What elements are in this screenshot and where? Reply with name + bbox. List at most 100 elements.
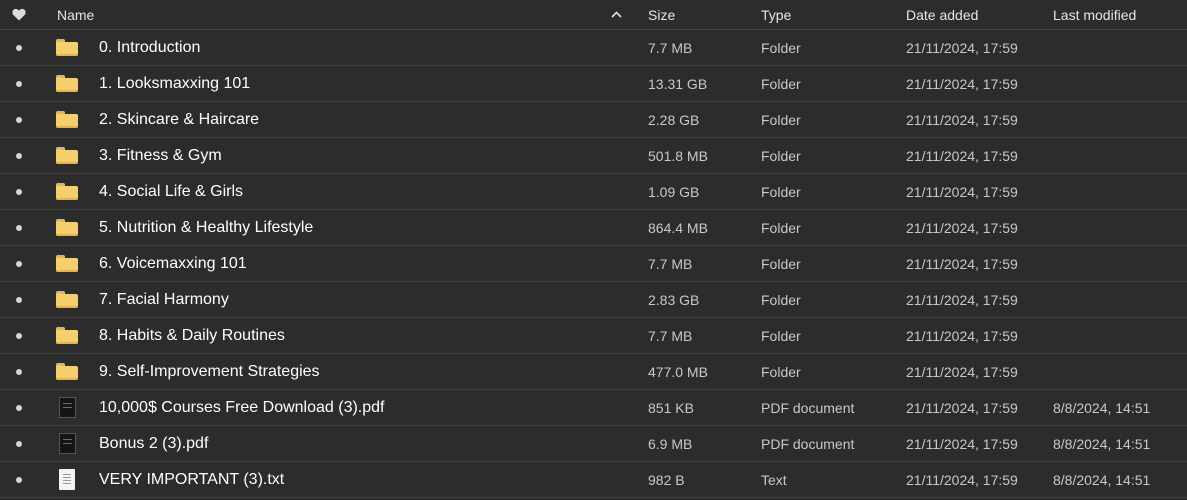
last-modified bbox=[1053, 246, 1183, 281]
file-type-icon bbox=[55, 174, 79, 209]
last-modified bbox=[1053, 102, 1183, 137]
date-added: 21/11/2024, 17:59 bbox=[906, 147, 1018, 164]
last-modified-column-header[interactable]: Last modified bbox=[1053, 0, 1183, 29]
favorite-toggle[interactable] bbox=[10, 174, 28, 209]
file-size: 501.8 MB bbox=[648, 147, 708, 164]
file-name[interactable]: 0. Introduction bbox=[99, 30, 619, 65]
file-size: 7.7 MB bbox=[648, 255, 693, 272]
favorite-column-header[interactable] bbox=[10, 0, 28, 29]
file-name[interactable]: 5. Nutrition & Healthy Lifestyle bbox=[99, 210, 619, 245]
favorite-toggle[interactable] bbox=[10, 318, 28, 353]
file-size: 851 KB bbox=[648, 399, 694, 416]
file-list-table: Name Size Type Date added Last modified … bbox=[0, 0, 1187, 498]
heart-icon bbox=[12, 8, 26, 21]
table-row[interactable]: 7. Facial Harmony 2.83 GB Folder 21/11/2024… bbox=[0, 282, 1187, 318]
table-row[interactable]: 0. Introduction 7.7 MB Folder 21/11/2024, 1… bbox=[0, 30, 1187, 66]
last-modified: 8/8/2024, 14:51 bbox=[1053, 471, 1151, 488]
file-size: 6.9 MB bbox=[648, 435, 693, 452]
date-added: 21/11/2024, 17:59 bbox=[906, 291, 1018, 308]
file-size: 7.7 MB bbox=[648, 327, 693, 344]
type-column-header[interactable]: Type bbox=[761, 0, 891, 29]
date-added: 21/11/2024, 17:59 bbox=[906, 471, 1018, 488]
file-type-icon bbox=[55, 102, 79, 137]
folder-icon bbox=[56, 327, 78, 344]
last-modified: 8/8/2024, 14:51 bbox=[1053, 399, 1151, 416]
file-name[interactable]: 2. Skincare & Haircare bbox=[99, 102, 619, 137]
file-size: 2.28 GB bbox=[648, 111, 700, 128]
folder-icon bbox=[56, 291, 78, 308]
date-added: 21/11/2024, 17:59 bbox=[906, 219, 1018, 236]
file-size: 2.83 GB bbox=[648, 291, 700, 308]
file-name[interactable]: 1. Looksmaxxing 101 bbox=[99, 66, 619, 101]
last-modified bbox=[1053, 210, 1183, 245]
pdf-file-icon bbox=[58, 397, 76, 418]
table-header: Name Size Type Date added Last modified bbox=[0, 0, 1187, 30]
file-name[interactable]: Bonus 2 (3).pdf bbox=[99, 426, 619, 461]
chevron-up-icon bbox=[610, 11, 622, 18]
favorite-toggle[interactable] bbox=[10, 138, 28, 173]
favorite-toggle[interactable] bbox=[10, 390, 28, 425]
file-type: Folder bbox=[761, 291, 801, 308]
file-type: PDF document bbox=[761, 399, 855, 416]
file-name[interactable]: 3. Fitness & Gym bbox=[99, 138, 619, 173]
bullet-icon bbox=[16, 80, 22, 87]
folder-icon bbox=[56, 39, 78, 56]
favorite-toggle[interactable] bbox=[10, 102, 28, 137]
favorite-toggle[interactable] bbox=[10, 462, 28, 497]
file-type-icon bbox=[55, 426, 79, 461]
table-row[interactable]: 6. Voicemaxxing 101 7.7 MB Folder 21/11/202… bbox=[0, 246, 1187, 282]
file-name[interactable]: 8. Habits & Daily Routines bbox=[99, 318, 619, 353]
file-type-icon bbox=[55, 354, 79, 389]
file-name[interactable]: 10,000$ Courses Free Download (3).pdf bbox=[99, 390, 619, 425]
file-name[interactable]: 7. Facial Harmony bbox=[99, 282, 619, 317]
file-size: 13.31 GB bbox=[648, 75, 708, 92]
folder-icon bbox=[56, 183, 78, 200]
favorite-toggle[interactable] bbox=[10, 66, 28, 101]
file-type: Folder bbox=[761, 39, 801, 56]
bullet-icon bbox=[16, 188, 22, 195]
table-row[interactable]: 10,000$ Courses Free Download (3).pdf 851… bbox=[0, 390, 1187, 426]
table-row[interactable]: 2. Skincare & Haircare 2.28 GB Folder 21/11… bbox=[0, 102, 1187, 138]
last-modified bbox=[1053, 354, 1183, 389]
file-type: Folder bbox=[761, 219, 801, 236]
pdf-file-icon bbox=[58, 433, 76, 454]
folder-icon bbox=[56, 219, 78, 236]
favorite-toggle[interactable] bbox=[10, 426, 28, 461]
file-name[interactable]: 4. Social Life & Girls bbox=[99, 174, 619, 209]
file-type: Folder bbox=[761, 363, 801, 380]
folder-icon bbox=[56, 111, 78, 128]
name-column-header[interactable]: Name bbox=[57, 0, 577, 29]
favorite-toggle[interactable] bbox=[10, 354, 28, 389]
bullet-icon bbox=[16, 152, 22, 159]
favorite-toggle[interactable] bbox=[10, 282, 28, 317]
folder-icon bbox=[56, 147, 78, 164]
folder-icon bbox=[56, 363, 78, 380]
table-row[interactable]: Bonus 2 (3).pdf 6.9 MB PDF document 21/11/2… bbox=[0, 426, 1187, 462]
table-row[interactable]: 9. Self-Improvement Strategies 477.0 MB Fo… bbox=[0, 354, 1187, 390]
table-row[interactable]: 8. Habits & Daily Routines 7.7 MB Folder 21… bbox=[0, 318, 1187, 354]
date-added-column-header[interactable]: Date added bbox=[906, 0, 1046, 29]
file-name[interactable]: 9. Self-Improvement Strategies bbox=[99, 354, 619, 389]
bullet-icon bbox=[16, 224, 22, 231]
last-modified bbox=[1053, 30, 1183, 65]
table-row[interactable]: 4. Social Life & Girls 1.09 GB Folder 21/11… bbox=[0, 174, 1187, 210]
favorite-toggle[interactable] bbox=[10, 210, 28, 245]
file-name[interactable]: 6. Voicemaxxing 101 bbox=[99, 246, 619, 281]
table-row[interactable]: 3. Fitness & Gym 501.8 MB Folder 21/11/2024… bbox=[0, 138, 1187, 174]
favorite-toggle[interactable] bbox=[10, 246, 28, 281]
file-name[interactable]: VERY IMPORTANT (3).txt bbox=[99, 462, 619, 497]
favorite-toggle[interactable] bbox=[10, 30, 28, 65]
size-column-header[interactable]: Size bbox=[648, 0, 748, 29]
table-row[interactable]: 1. Looksmaxxing 101 13.31 GB Folder 21/11/2… bbox=[0, 66, 1187, 102]
date-added: 21/11/2024, 17:59 bbox=[906, 111, 1018, 128]
table-row[interactable]: 5. Nutrition & Healthy Lifestyle 864.4 MB… bbox=[0, 210, 1187, 246]
folder-icon bbox=[56, 255, 78, 272]
bullet-icon bbox=[16, 332, 22, 339]
date-added: 21/11/2024, 17:59 bbox=[906, 39, 1018, 56]
table-row[interactable]: VERY IMPORTANT (3).txt 982 B Text 21/11/202… bbox=[0, 462, 1187, 498]
date-added: 21/11/2024, 17:59 bbox=[906, 255, 1018, 272]
bullet-icon bbox=[16, 296, 22, 303]
file-type: Text bbox=[761, 471, 787, 488]
sort-ascending-button[interactable] bbox=[609, 0, 623, 29]
file-size: 982 B bbox=[648, 471, 685, 488]
